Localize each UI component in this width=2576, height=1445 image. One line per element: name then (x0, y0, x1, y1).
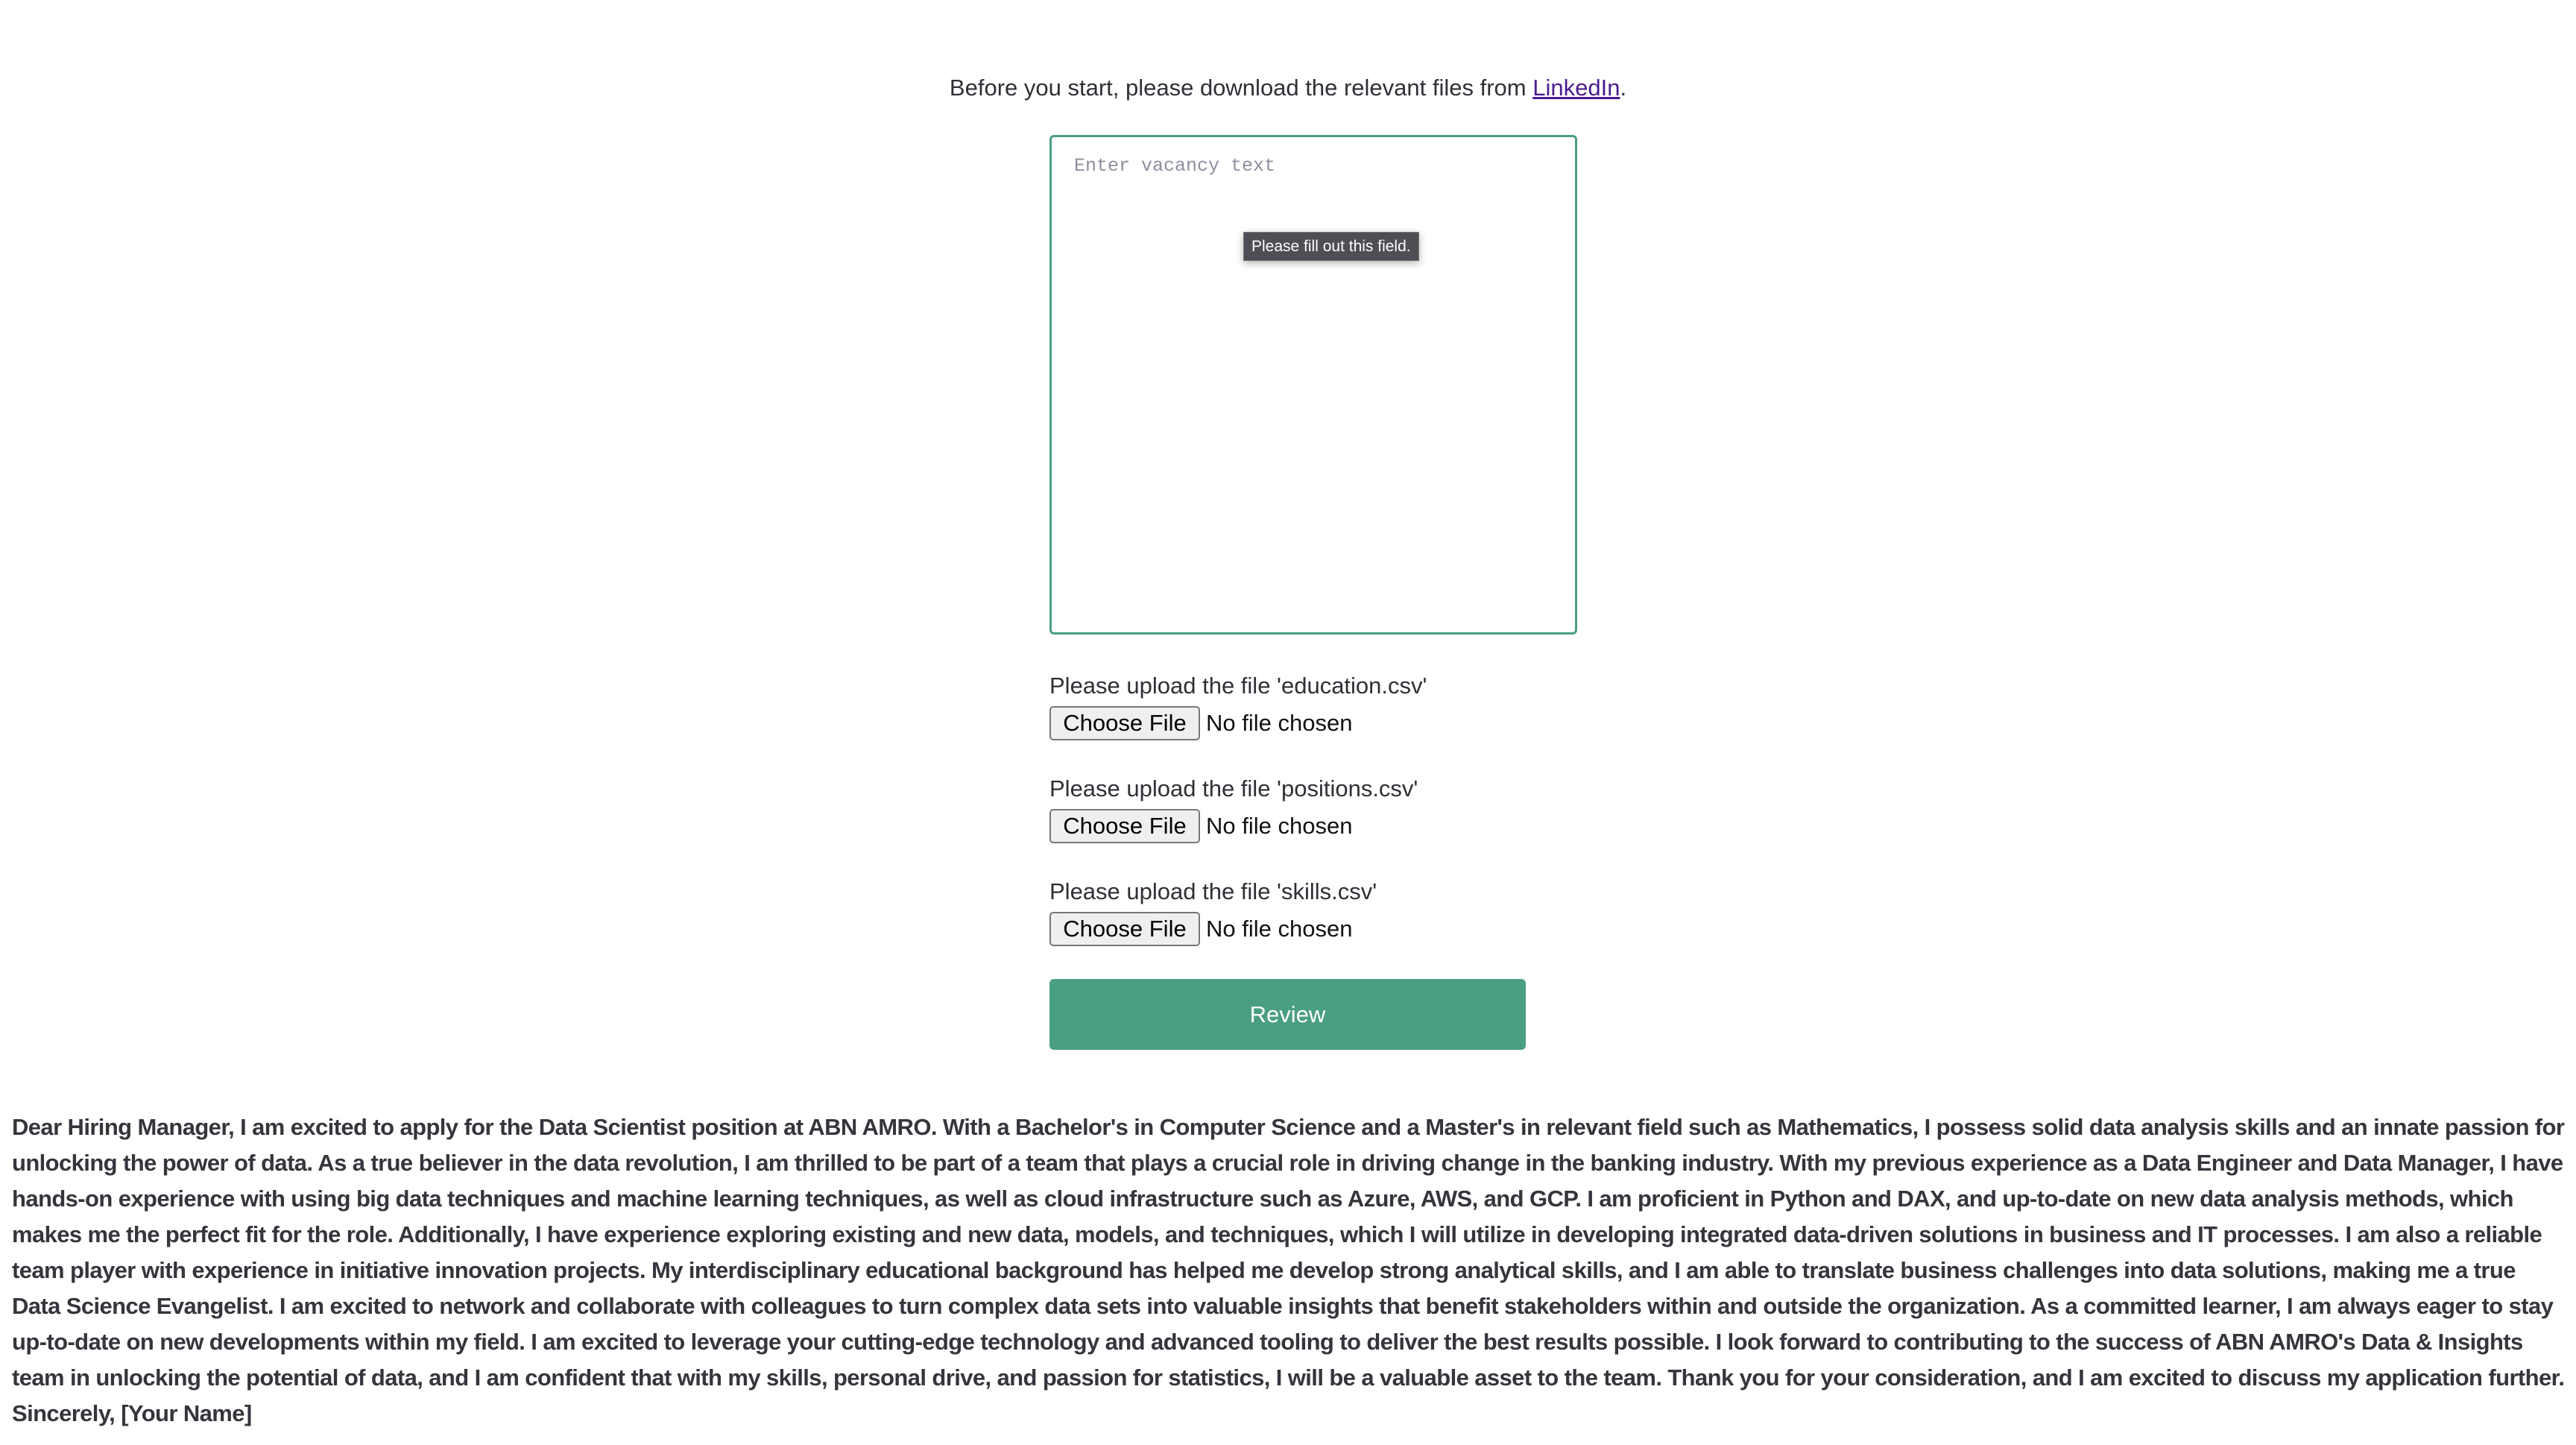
file-status: No file chosen (1206, 813, 1353, 839)
choose-file-button[interactable]: Choose File (1049, 912, 1200, 946)
file-status: No file chosen (1206, 916, 1353, 942)
review-button[interactable]: Review (1049, 979, 1526, 1050)
intro-suffix: . (1620, 75, 1627, 101)
upload-education: Please upload the file 'education.csv' C… (1049, 669, 1427, 740)
upload-skills: Please upload the file 'skills.csv' Choo… (1049, 875, 1377, 946)
linkedin-link[interactable]: LinkedIn (1532, 75, 1620, 101)
choose-file-button[interactable]: Choose File (1049, 706, 1200, 740)
choose-file-button[interactable]: Choose File (1049, 809, 1200, 843)
upload-label: Please upload the file 'skills.csv' (1049, 878, 1377, 904)
upload-label: Please upload the file 'education.csv' (1049, 673, 1427, 699)
intro-label: Before you start, please download the re… (949, 75, 1533, 101)
validation-tooltip: Please fill out this field. (1243, 232, 1419, 261)
file-status: No file chosen (1206, 710, 1353, 736)
upload-positions: Please upload the file 'positions.csv' C… (1049, 772, 1418, 843)
cover-letter-output: Dear Hiring Manager, I am excited to app… (12, 1114, 2565, 1426)
intro-text: Before you start, please download the re… (0, 75, 2576, 101)
vacancy-text-input[interactable] (1049, 135, 1577, 635)
upload-label: Please upload the file 'positions.csv' (1049, 775, 1418, 802)
